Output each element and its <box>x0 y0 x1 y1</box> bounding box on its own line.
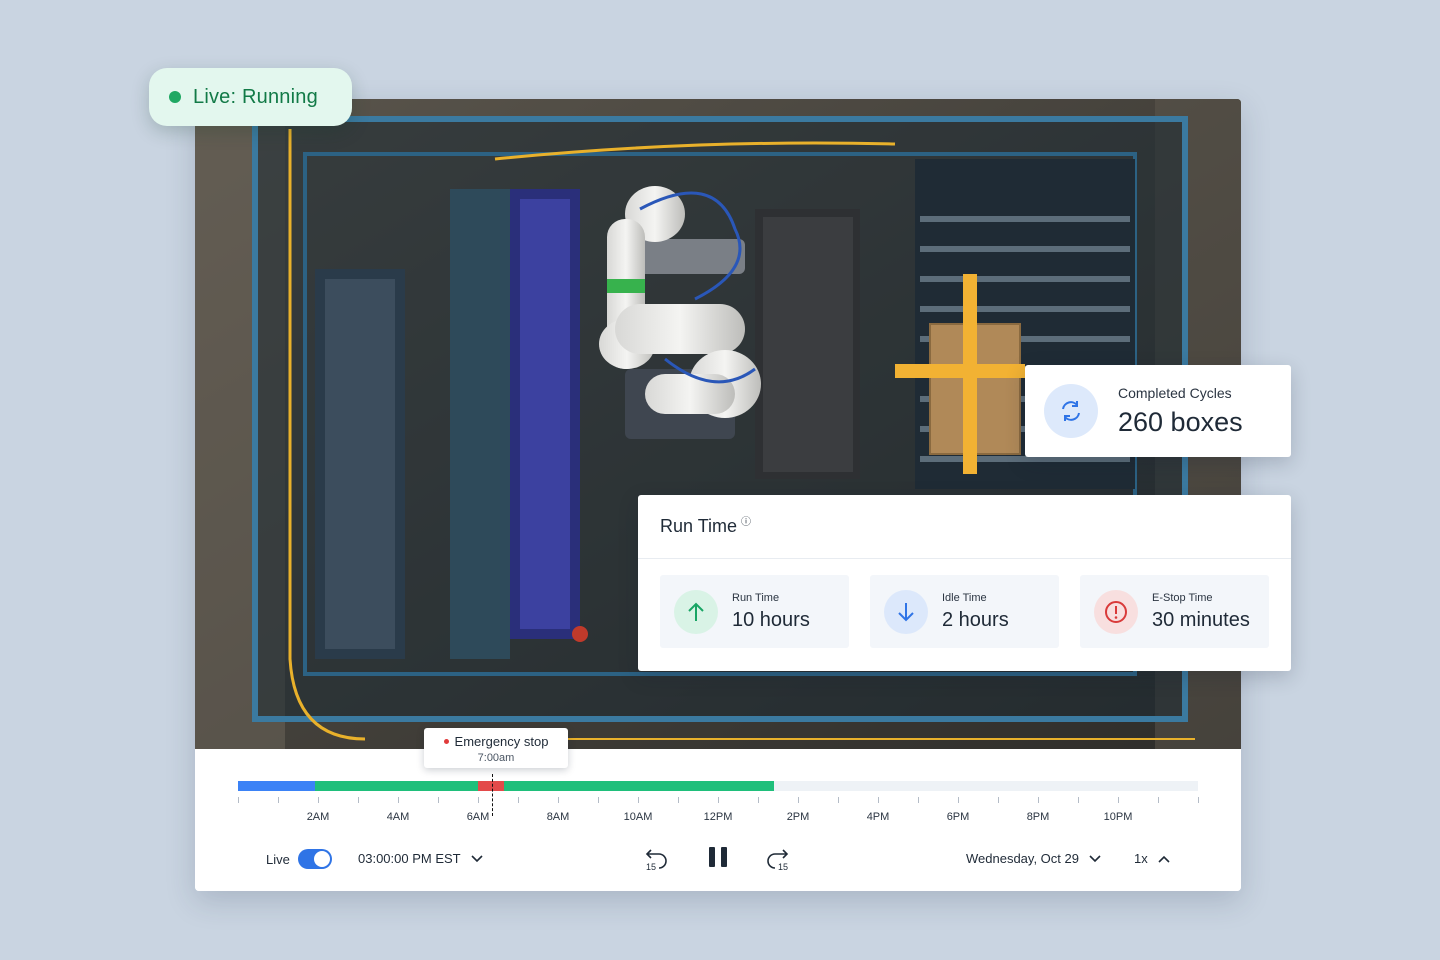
timeline-segment-idle[interactable] <box>238 781 315 791</box>
event-tooltip: Emergency stop 7:00am <box>424 728 568 768</box>
tooltip-time: 7:00am <box>477 752 515 764</box>
timeline-tick <box>638 797 639 803</box>
svg-text:15: 15 <box>646 862 656 871</box>
timeline-tick <box>758 797 759 803</box>
timeline-tick <box>1158 797 1159 803</box>
run-time-header: Run Time ⓘ <box>638 495 1291 559</box>
timeline-tick <box>278 797 279 803</box>
timeline-hour-label: 8AM <box>546 811 570 823</box>
timeline-tick <box>358 797 359 803</box>
timeline-hour-label: 6AM <box>466 811 490 823</box>
timeline-tick <box>998 797 999 803</box>
time-selector[interactable]: 03:00:00 PM EST <box>358 851 483 866</box>
metric-value: 10 hours <box>732 608 810 631</box>
status-label: Live: Running <box>193 85 318 108</box>
timeline-hour-label: 4PM <box>866 811 890 823</box>
timeline-tick <box>1198 797 1199 803</box>
timeline-tick <box>918 797 919 803</box>
timeline-tick <box>718 797 719 803</box>
alert-icon <box>1094 589 1138 634</box>
completed-cycles-label: Completed Cycles <box>1118 384 1232 401</box>
metric-estop-time: E-Stop Time 30 minutes <box>1080 575 1269 648</box>
live-toggle[interactable] <box>297 849 332 869</box>
timeline-segment-estop[interactable] <box>478 781 504 791</box>
live-toggle-group: Live <box>266 849 332 869</box>
speed-selector[interactable]: 1x <box>1134 851 1170 866</box>
metric-run-time: Run Time 10 hours <box>660 575 849 648</box>
timeline-hour-label: 10PM <box>1103 811 1133 823</box>
date-selector[interactable]: Wednesday, Oct 29 <box>966 851 1101 866</box>
metric-label: Run Time <box>732 591 780 604</box>
status-dot-icon <box>169 91 181 103</box>
timeline-tick <box>318 797 319 803</box>
timeline-hour-label: 2PM <box>786 811 810 823</box>
timeline: 2AM 4AM 6AM 8AM 10AM 12PM 2PM 4PM 6PM 8PM 10PM Eme… <box>195 728 1241 891</box>
timeline-tick <box>1078 797 1079 803</box>
metric-idle-time: Idle Time 2 hours <box>870 575 1059 648</box>
refresh-icon <box>1044 384 1098 438</box>
arrow-up-icon <box>674 589 718 634</box>
tooltip-title: Emergency stop <box>454 734 549 749</box>
live-label: Live <box>266 851 290 867</box>
metric-label: Idle Time <box>942 591 987 604</box>
timeline-tick <box>1118 797 1119 803</box>
forward-icon: 15 <box>767 849 789 871</box>
chevron-down-icon <box>471 854 483 863</box>
rewind-15-button[interactable]: 15 <box>643 845 669 871</box>
timeline-tick <box>438 797 439 803</box>
timeline-hour-label: 12PM <box>703 811 733 823</box>
arrow-down-icon <box>884 589 928 634</box>
rewind-icon: 15 <box>645 849 667 871</box>
timeline-tick <box>878 797 879 803</box>
timeline-tick <box>398 797 399 803</box>
chevron-up-icon <box>1158 855 1170 863</box>
run-time-title: Run Time <box>660 516 738 536</box>
forward-15-button[interactable]: 15 <box>765 845 791 871</box>
speed-value: 1x <box>1134 851 1148 866</box>
timeline-tick <box>678 797 679 803</box>
timeline-hour-label: 10AM <box>623 811 653 823</box>
svg-text:15: 15 <box>778 862 788 871</box>
run-time-card: Run Time ⓘ Run Time 10 hours Idle Time 2… <box>638 495 1291 671</box>
time-value: 03:00:00 PM EST <box>358 851 461 866</box>
timeline-tick <box>238 797 239 803</box>
timeline-hour-label: 8PM <box>1026 811 1050 823</box>
completed-cycles-value: 260 boxes <box>1118 406 1243 437</box>
timeline-hour-label: 4AM <box>386 811 410 823</box>
timeline-tick <box>798 797 799 803</box>
timeline-segment-run[interactable] <box>504 781 774 791</box>
timeline-tick <box>518 797 519 803</box>
timeline-tick <box>478 797 479 803</box>
estop-dot <box>443 739 449 744</box>
playhead[interactable] <box>492 774 493 816</box>
timeline-hour-label: 2AM <box>306 811 330 823</box>
timeline-tick <box>598 797 599 803</box>
metric-value: 2 hours <box>942 608 1009 631</box>
chevron-down-icon <box>1089 854 1101 863</box>
completed-cycles-card: Completed Cycles 260 boxes <box>1025 365 1291 457</box>
date-value: Wednesday, Oct 29 <box>966 851 1079 866</box>
status-badge: Live: Running <box>149 68 352 126</box>
metric-row: Run Time 10 hours Idle Time 2 hours E-St… <box>660 575 1269 648</box>
pause-icon <box>709 847 727 867</box>
timeline-tick <box>838 797 839 803</box>
timeline-ticks <box>238 797 1199 805</box>
timeline-tick <box>958 797 959 803</box>
timeline-tick <box>558 797 559 803</box>
timeline-track[interactable] <box>238 781 1198 791</box>
metric-value: 30 minutes <box>1152 608 1250 631</box>
info-icon[interactable]: ⓘ <box>741 513 751 528</box>
metric-label: E-Stop Time <box>1152 591 1213 604</box>
timeline-tick <box>1038 797 1039 803</box>
pause-button[interactable] <box>707 845 729 869</box>
playback-controls: Live 03:00:00 PM EST 15 15 Wednesday, Oc… <box>195 845 1241 875</box>
timeline-hour-label: 6PM <box>946 811 970 823</box>
